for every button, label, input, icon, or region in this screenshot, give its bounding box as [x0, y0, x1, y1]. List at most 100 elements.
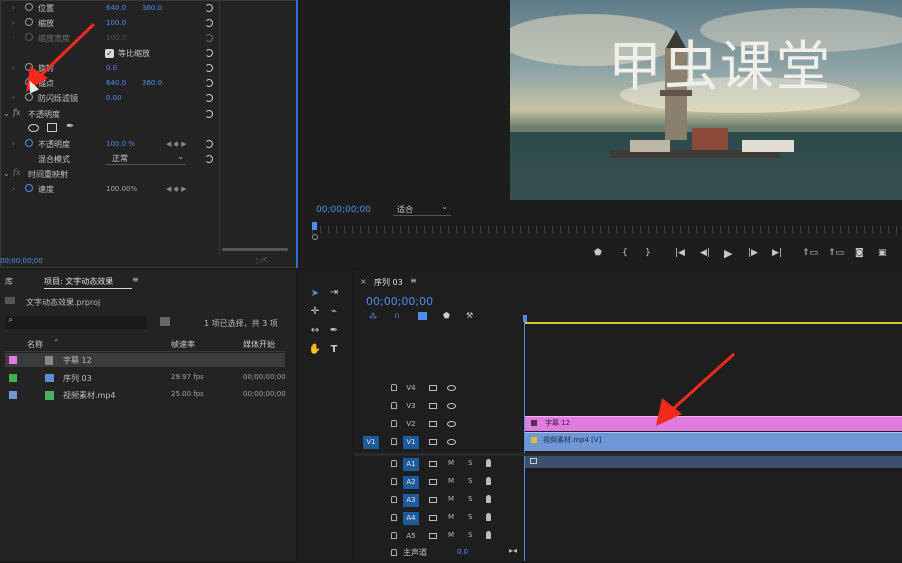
position-x-value[interactable]: 640.0: [106, 4, 126, 12]
reset-icon[interactable]: [205, 34, 213, 42]
ripple-edit-tool-icon[interactable]: ✛: [308, 306, 322, 318]
track-label[interactable]: A4: [403, 512, 419, 525]
track-label[interactable]: A3: [403, 494, 419, 507]
eye-icon[interactable]: [447, 421, 456, 427]
expand-icon[interactable]: ›: [12, 94, 15, 102]
keyframe-nav-icon[interactable]: ◀ ◆ ▶: [166, 185, 187, 193]
library-tab[interactable]: 库: [5, 276, 13, 287]
hand-tool-icon[interactable]: ✋: [308, 344, 322, 356]
mark-in-icon[interactable]: {: [622, 248, 628, 258]
reset-icon[interactable]: [205, 110, 213, 118]
item-name[interactable]: 字幕 12: [63, 355, 92, 366]
step-forward-icon[interactable]: |▶: [748, 248, 758, 258]
rotation-value[interactable]: 0.0: [106, 64, 117, 72]
lift-icon[interactable]: ⇑▭: [802, 248, 818, 258]
lock-icon[interactable]: [391, 384, 397, 391]
rectangle-mask-icon[interactable]: [47, 123, 57, 132]
expand-icon[interactable]: ›: [12, 19, 15, 27]
uniform-scale-checkbox[interactable]: ✓: [105, 49, 114, 58]
track-label[interactable]: A2: [403, 476, 419, 489]
slip-tool-icon[interactable]: ↔: [308, 325, 322, 337]
linked-selection-icon[interactable]: [418, 312, 427, 320]
source-patch-v1[interactable]: V1: [363, 436, 379, 449]
toggle-sync-icon[interactable]: [429, 479, 437, 485]
toggle-sync-icon[interactable]: [429, 385, 437, 391]
go-to-in-icon[interactable]: |◀: [675, 248, 685, 258]
lock-icon[interactable]: [391, 514, 397, 521]
track-label[interactable]: V3: [403, 400, 419, 413]
mute-button[interactable]: M: [448, 477, 454, 485]
add-marker-icon[interactable]: ⬟: [443, 311, 450, 320]
mic-icon[interactable]: [486, 513, 491, 521]
hamburger-menu-icon[interactable]: ≡: [132, 275, 139, 284]
lock-icon[interactable]: [391, 549, 397, 556]
reset-icon[interactable]: [205, 79, 213, 87]
audio-clip[interactable]: [525, 456, 902, 468]
mic-icon[interactable]: [486, 495, 491, 503]
toggle-sync-icon[interactable]: [429, 497, 437, 503]
position-y-value[interactable]: 360.0: [142, 4, 162, 12]
track-label[interactable]: A1: [403, 458, 419, 471]
stopwatch-active-icon[interactable]: [25, 139, 33, 147]
project-search-input[interactable]: ⌕: [5, 315, 147, 329]
collapse-icon[interactable]: ⌄: [3, 109, 10, 118]
title-overlay-text[interactable]: 甲虫课堂: [608, 22, 832, 101]
stopwatch-active-icon[interactable]: [25, 184, 33, 192]
effect-controls-scrollbar[interactable]: [222, 248, 288, 251]
lock-icon[interactable]: [391, 532, 397, 539]
mic-icon[interactable]: [486, 477, 491, 485]
pen-mask-icon[interactable]: ✒: [66, 121, 74, 132]
lock-icon[interactable]: [391, 402, 397, 409]
mute-button[interactable]: M: [448, 459, 454, 467]
play-icon[interactable]: ▶: [724, 247, 732, 260]
mute-button[interactable]: M: [448, 495, 454, 503]
reset-icon[interactable]: [205, 4, 213, 12]
column-start[interactable]: 媒体开始: [243, 339, 275, 350]
solo-button[interactable]: S: [468, 459, 472, 467]
timeline-timecode[interactable]: 00;00;00;00: [366, 295, 433, 308]
snap-icon[interactable]: ∩: [394, 311, 400, 320]
opacity-value[interactable]: 100.0 %: [106, 140, 135, 148]
program-time-ruler[interactable]: [312, 226, 902, 234]
anchor-x-value[interactable]: 640.0: [106, 79, 126, 87]
close-tab-icon[interactable]: ×: [360, 277, 367, 286]
scale-value[interactable]: 100.0: [106, 19, 126, 27]
solo-button[interactable]: S: [468, 495, 472, 503]
expand-icon[interactable]: ›: [12, 185, 15, 193]
razor-tool-icon[interactable]: ⌁: [327, 306, 341, 318]
label-color-swatch[interactable]: [9, 356, 17, 364]
wrench-icon[interactable]: ⚒: [466, 311, 473, 320]
expand-icon[interactable]: ›: [12, 34, 15, 42]
extract-icon[interactable]: ⇑▭: [828, 248, 844, 258]
eye-icon[interactable]: [447, 385, 456, 391]
master-value[interactable]: 0.0: [457, 548, 468, 556]
reset-icon[interactable]: [205, 155, 213, 163]
nest-icon[interactable]: ⁂: [369, 312, 377, 321]
program-playhead[interactable]: [312, 222, 317, 230]
mute-button[interactable]: M: [448, 531, 454, 539]
project-item-row[interactable]: 序列 03 29.97 fps 00;00;00;00: [5, 371, 286, 385]
eye-icon[interactable]: [447, 439, 456, 445]
export-frame-icon[interactable]: ▷⇱: [256, 256, 269, 265]
hamburger-menu-icon[interactable]: ≡: [410, 276, 417, 285]
go-to-out-icon[interactable]: ▶|: [772, 248, 782, 258]
export-frame-camera-icon[interactable]: ◙: [855, 248, 864, 258]
track-select-tool-icon[interactable]: ⇥: [327, 287, 341, 299]
keyframe-nav-icon[interactable]: ◀ ◆ ▶: [166, 140, 187, 148]
video-clip[interactable]: 视频素材.mp4 [V]: [525, 432, 902, 451]
lock-icon[interactable]: [391, 438, 397, 445]
ellipse-mask-icon[interactable]: [28, 124, 39, 132]
opacity-section-header[interactable]: ⌄ fx 不透明度: [0, 107, 220, 122]
collapse-icon[interactable]: ⌄: [3, 169, 10, 178]
stopwatch-icon[interactable]: [25, 3, 33, 11]
sequence-tab[interactable]: 序列 03: [374, 277, 403, 288]
reset-icon[interactable]: [205, 19, 213, 27]
column-fps[interactable]: 帧速率: [171, 339, 195, 350]
expand-icon[interactable]: ›: [12, 64, 15, 72]
project-tab[interactable]: 项目: 文字动态效果: [44, 276, 113, 287]
solo-button[interactable]: S: [468, 513, 472, 521]
lock-icon[interactable]: [391, 478, 397, 485]
work-area-bar[interactable]: [524, 322, 902, 324]
item-name[interactable]: 视频素材.mp4: [63, 390, 116, 401]
lock-icon[interactable]: [391, 420, 397, 427]
